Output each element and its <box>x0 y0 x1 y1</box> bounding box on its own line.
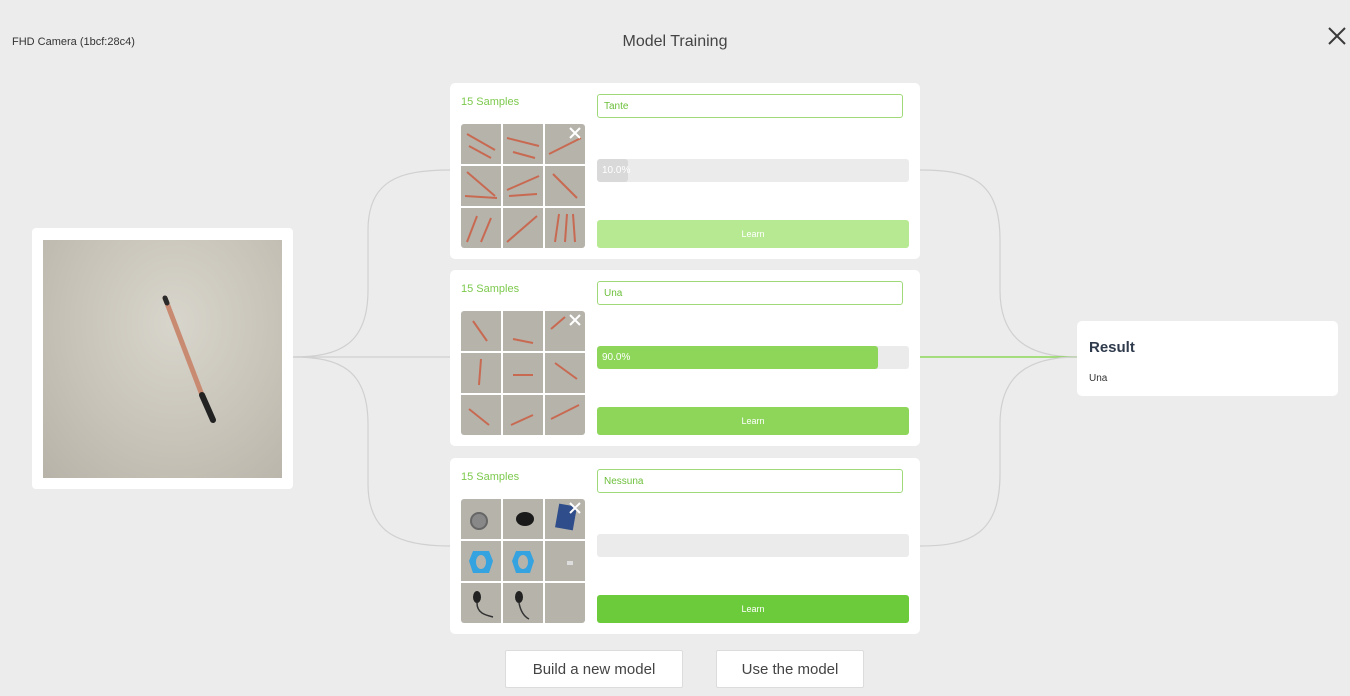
sample-thumbnail <box>503 395 543 435</box>
sample-thumbnail <box>461 541 501 581</box>
sample-thumbnail <box>461 499 501 539</box>
result-title: Result <box>1089 339 1135 356</box>
learn-button[interactable]: Learn <box>597 595 909 623</box>
sample-thumbnails <box>461 311 585 435</box>
class-card-1: 15 Samples 10.0% Learn <box>450 83 920 259</box>
sample-thumbnail <box>461 208 501 248</box>
sample-thumbnail <box>461 124 501 164</box>
confidence-bar: 10.0% <box>597 159 909 182</box>
clear-samples-button[interactable] <box>568 501 582 515</box>
confidence-fill <box>597 346 878 369</box>
sample-thumbnail <box>461 583 501 623</box>
sample-thumbnail <box>545 208 585 248</box>
sample-thumbnail <box>461 353 501 393</box>
sample-thumbnail <box>545 541 585 581</box>
confidence-text: 10.0% <box>602 165 631 176</box>
result-value: Una <box>1089 373 1108 384</box>
clear-samples-button[interactable] <box>568 313 582 327</box>
sample-thumbnail <box>545 353 585 393</box>
page-title: Model Training <box>622 33 728 50</box>
close-icon <box>569 314 581 326</box>
sample-thumbnails <box>461 124 585 248</box>
confidence-text: 90.0% <box>602 352 631 363</box>
sample-thumbnail <box>545 583 585 623</box>
sample-thumbnail <box>461 311 501 351</box>
sample-thumbnail <box>545 395 585 435</box>
use-model-button[interactable]: Use the model <box>716 650 864 688</box>
sample-thumbnail <box>503 353 543 393</box>
learn-button[interactable]: Learn <box>597 407 909 435</box>
sample-thumbnail <box>503 541 543 581</box>
close-icon <box>1328 27 1346 45</box>
sample-thumbnail <box>503 311 543 351</box>
camera-preview-card <box>32 228 293 489</box>
sample-thumbnail <box>503 208 543 248</box>
class-name-input[interactable] <box>597 469 903 493</box>
learn-button[interactable]: Learn <box>597 220 909 248</box>
sample-thumbnail <box>461 166 501 206</box>
sample-thumbnail <box>545 166 585 206</box>
result-card: Result Una <box>1077 321 1338 396</box>
confidence-bar <box>597 534 909 557</box>
close-icon <box>569 502 581 514</box>
sample-thumbnail <box>503 124 543 164</box>
connector-class-3-result <box>919 356 1078 547</box>
sample-thumbnail <box>503 583 543 623</box>
sample-thumbnail <box>461 395 501 435</box>
connector-camera-class-1 <box>292 169 451 358</box>
close-icon <box>569 127 581 139</box>
class-name-input[interactable] <box>597 94 903 118</box>
camera-preview <box>43 240 282 478</box>
class-card-3: 15 Samples Learn <box>450 458 920 634</box>
confidence-bar: 90.0% <box>597 346 909 369</box>
samples-count: 15 Samples <box>461 283 520 295</box>
build-model-button[interactable]: Build a new model <box>505 650 683 688</box>
close-button[interactable] <box>1326 25 1348 47</box>
sample-thumbnail <box>503 166 543 206</box>
connector-class-1-result <box>919 169 1078 358</box>
class-card-2: 15 Samples 90.0% Learn <box>450 270 920 446</box>
class-name-input[interactable] <box>597 281 903 305</box>
connector-camera-class-3 <box>292 356 451 547</box>
sample-thumbnails <box>461 499 585 623</box>
samples-count: 15 Samples <box>461 471 520 483</box>
clear-samples-button[interactable] <box>568 126 582 140</box>
sample-thumbnail <box>503 499 543 539</box>
samples-count: 15 Samples <box>461 96 520 108</box>
